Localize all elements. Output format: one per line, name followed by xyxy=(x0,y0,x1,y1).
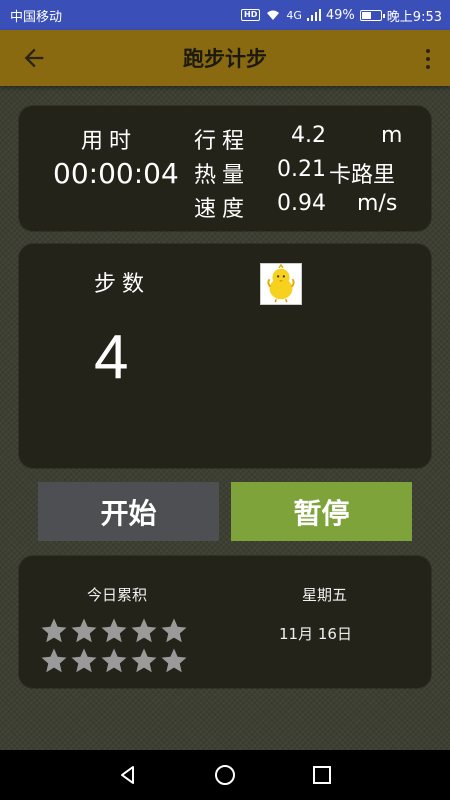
app-bar: 跑步计步 xyxy=(0,30,450,86)
steps-card: 步数 4 xyxy=(19,244,431,468)
star-icon xyxy=(101,648,127,673)
star-icon xyxy=(41,618,67,643)
weekday-label: 星期五 xyxy=(302,586,348,604)
pause-button[interactable]: 暂停 xyxy=(231,482,412,541)
distance-value: 4.2 xyxy=(291,123,326,148)
status-icons: HD 4G 49% 晚上9:53 xyxy=(241,6,442,25)
steps-label: 步数 xyxy=(94,272,151,297)
page-title: 跑步计步 xyxy=(183,47,267,71)
start-button[interactable]: 开始 xyxy=(38,482,219,541)
date-label: 11月 16日 xyxy=(279,625,352,643)
speed-unit: m/s xyxy=(357,191,398,216)
star-icon xyxy=(131,648,157,673)
today-card: 今日累积 星期五 11月 16日 xyxy=(19,556,431,688)
stats-card: 用时 00:00:04 行程 4.2 m 热量 0.21 卡路里 速度 0.94… xyxy=(19,106,431,231)
star-icon xyxy=(131,618,157,643)
speed-label: 速度 xyxy=(194,197,251,222)
time-value: 00:00:04 xyxy=(53,157,179,190)
star-icon xyxy=(41,648,67,673)
distance-label: 行程 xyxy=(194,129,251,154)
star-icon xyxy=(161,648,187,673)
star-icon xyxy=(71,648,97,673)
clock: 晚上9:53 xyxy=(386,9,442,25)
speed-value: 0.94 xyxy=(277,191,326,216)
distance-unit: m xyxy=(381,123,403,148)
star-icon xyxy=(71,618,97,643)
battery-percent: 49% xyxy=(325,7,355,23)
battery-icon xyxy=(359,9,385,21)
status-bar: 中国移动 HD 4G 49% 晚上9:53 xyxy=(0,0,450,30)
calories-unit: 卡路里 xyxy=(329,163,396,188)
carrier-name: 中国移动 xyxy=(10,9,63,25)
calories-label: 热量 xyxy=(194,163,251,188)
circle-home-icon[interactable] xyxy=(213,763,237,787)
navigation-bar xyxy=(0,750,450,800)
time-label: 用时 xyxy=(81,129,138,154)
today-title: 今日累积 xyxy=(87,586,148,604)
star-icon xyxy=(161,618,187,643)
steps-value: 4 xyxy=(94,323,129,392)
calories-value: 0.21 xyxy=(277,157,326,182)
triangle-back-icon[interactable] xyxy=(116,763,140,787)
arrow-left-icon[interactable] xyxy=(20,44,48,72)
star-icon xyxy=(101,618,127,643)
chick-icon xyxy=(260,263,302,305)
square-recent-icon[interactable] xyxy=(310,763,334,787)
hd-icon: HD xyxy=(241,9,261,21)
wifi-icon xyxy=(267,10,280,20)
star-rating xyxy=(39,616,189,676)
signal-icon xyxy=(306,9,321,21)
more-vertical-icon[interactable] xyxy=(420,46,436,72)
network-type: 4G xyxy=(286,8,302,22)
